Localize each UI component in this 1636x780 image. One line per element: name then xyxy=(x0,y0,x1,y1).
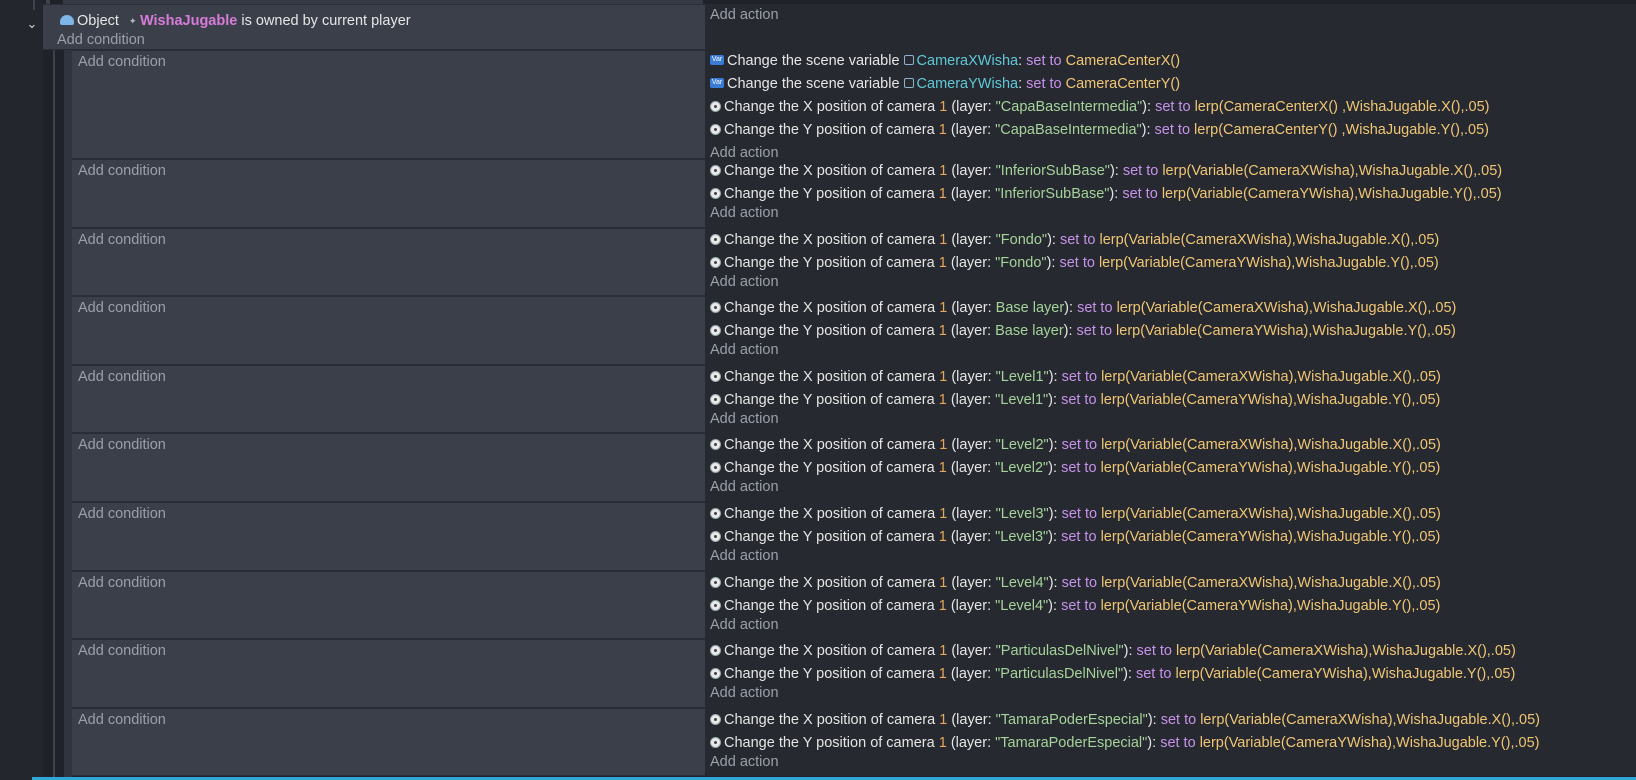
camera-icon xyxy=(710,301,721,313)
add-condition-button[interactable]: Add condition xyxy=(78,300,166,316)
add-condition-button[interactable]: Add condition xyxy=(78,437,166,453)
add-condition-button[interactable]: Add condition xyxy=(78,643,166,659)
camera-icon xyxy=(710,736,721,748)
action-row[interactable]: Var Change the scene variable CameraXWish… xyxy=(710,50,1180,72)
variable-icon xyxy=(903,55,914,66)
camera-icon xyxy=(710,713,721,725)
subevent-conditions[interactable]: Add condition xyxy=(72,296,705,365)
action-row[interactable]: Change the X position of camera 1 (layer… xyxy=(710,640,1516,662)
camera-icon xyxy=(710,530,721,542)
action-row[interactable]: Change the Y position of camera 1 (layer… xyxy=(710,457,1440,479)
event-gutter xyxy=(0,0,43,780)
action-row[interactable]: Change the X position of camera 1 (layer… xyxy=(710,366,1441,388)
camera-icon xyxy=(710,233,721,245)
camera-icon xyxy=(710,599,721,611)
object-sprite-icon: ✦ xyxy=(128,16,137,27)
action-row[interactable]: Change the Y position of camera 1 (layer… xyxy=(710,526,1440,548)
scene-variable-icon: Var xyxy=(710,55,724,66)
add-condition-button[interactable]: Add condition xyxy=(78,163,166,179)
scene-variable-icon: Var xyxy=(710,78,724,89)
action-row[interactable]: Change the X position of camera 1 (layer… xyxy=(710,229,1439,251)
action-row[interactable]: Change the Y position of camera 1 (layer… xyxy=(710,595,1440,617)
add-condition-button[interactable]: Add condition xyxy=(78,54,166,70)
action-row[interactable]: Change the X position of camera 1 (layer… xyxy=(710,503,1441,525)
object-owned-condition[interactable]: Object ✦ WishaJugable is owned by current… xyxy=(60,10,411,32)
camera-icon xyxy=(710,164,721,176)
action-row[interactable]: Change the Y position of camera 1 (layer… xyxy=(710,389,1440,411)
camera-icon xyxy=(710,644,721,656)
camera-icon xyxy=(710,324,721,336)
subevent-conditions[interactable]: Add condition xyxy=(72,708,705,776)
camera-icon xyxy=(710,123,721,135)
camera-icon xyxy=(710,667,721,679)
tree-line xyxy=(53,50,55,780)
add-condition-button[interactable]: Add condition xyxy=(78,506,166,522)
subevent-conditions[interactable]: Add condition xyxy=(72,502,705,571)
condition-text: is owned by current player xyxy=(241,13,411,29)
subevent-conditions[interactable]: Add condition xyxy=(72,50,705,159)
action-row[interactable]: Change the Y position of camera 1 (layer… xyxy=(710,252,1439,274)
camera-icon xyxy=(710,461,721,473)
action-row[interactable]: Change the X position of camera 1 (layer… xyxy=(710,709,1540,731)
add-action-button[interactable]: Add action xyxy=(710,342,779,358)
camera-icon xyxy=(710,438,721,450)
add-action-button[interactable]: Add action xyxy=(710,754,779,770)
camera-icon xyxy=(710,256,721,268)
add-action-button[interactable]: Add action xyxy=(710,685,779,701)
add-condition-button[interactable]: Add condition xyxy=(78,369,166,385)
add-action-button[interactable]: Add action xyxy=(710,274,779,290)
add-condition-button[interactable]: Add condition xyxy=(78,232,166,248)
action-row[interactable]: Change the Y position of camera 1 (layer… xyxy=(710,119,1489,141)
action-row[interactable]: Var Change the scene variable CameraYWish… xyxy=(710,73,1180,95)
parent-event-actions: Add action xyxy=(705,4,1636,50)
subevent-conditions[interactable]: Add condition xyxy=(72,571,705,639)
network-object-icon xyxy=(60,15,74,26)
action-row[interactable]: Change the X position of camera 1 (layer… xyxy=(710,572,1441,594)
add-condition-button[interactable]: Add condition xyxy=(78,575,166,591)
action-row[interactable]: Change the X position of camera 1 (layer… xyxy=(710,96,1490,118)
subevent-conditions[interactable]: Add condition xyxy=(72,639,705,708)
tree-line xyxy=(33,0,35,10)
collapse-chevron-icon[interactable]: ⌄ xyxy=(22,14,42,34)
subevent-indent-bar xyxy=(64,50,72,780)
add-condition-button[interactable]: Add condition xyxy=(78,712,166,728)
camera-icon xyxy=(710,100,721,112)
add-action-button[interactable]: Add action xyxy=(710,7,779,23)
action-row[interactable]: Change the Y position of camera 1 (layer… xyxy=(710,732,1539,754)
camera-icon xyxy=(710,370,721,382)
action-row[interactable]: Change the X position of camera 1 (layer… xyxy=(710,160,1502,182)
camera-icon xyxy=(710,507,721,519)
events-sheet: ⌄ Object ✦ WishaJugable is owned by curre… xyxy=(0,0,1636,780)
action-row[interactable]: Change the Y position of camera 1 (layer… xyxy=(710,320,1456,342)
subevent-conditions[interactable]: Add condition xyxy=(72,365,705,433)
add-action-button[interactable]: Add action xyxy=(710,479,779,495)
add-action-button[interactable]: Add action xyxy=(710,205,779,221)
camera-icon xyxy=(710,393,721,405)
add-action-button[interactable]: Add action xyxy=(710,617,779,633)
variable-icon xyxy=(903,78,914,89)
object-name-link[interactable]: WishaJugable xyxy=(140,13,237,29)
camera-icon xyxy=(710,187,721,199)
action-row[interactable]: Change the X position of camera 1 (layer… xyxy=(710,297,1456,319)
action-row[interactable]: Change the X position of camera 1 (layer… xyxy=(710,434,1441,456)
action-row[interactable]: Change the Y position of camera 1 (layer… xyxy=(710,663,1515,685)
action-row[interactable]: Change the Y position of camera 1 (layer… xyxy=(710,183,1502,205)
subevent-conditions[interactable]: Add condition xyxy=(72,433,705,502)
camera-icon xyxy=(710,576,721,588)
add-condition-button[interactable]: Add condition xyxy=(57,32,145,48)
parent-event-conditions[interactable]: Object ✦ WishaJugable is owned by current… xyxy=(43,4,705,50)
add-action-button[interactable]: Add action xyxy=(710,548,779,564)
subevent-conditions[interactable]: Add condition xyxy=(72,159,705,228)
add-action-button[interactable]: Add action xyxy=(710,411,779,427)
subevent-conditions[interactable]: Add condition xyxy=(72,228,705,296)
